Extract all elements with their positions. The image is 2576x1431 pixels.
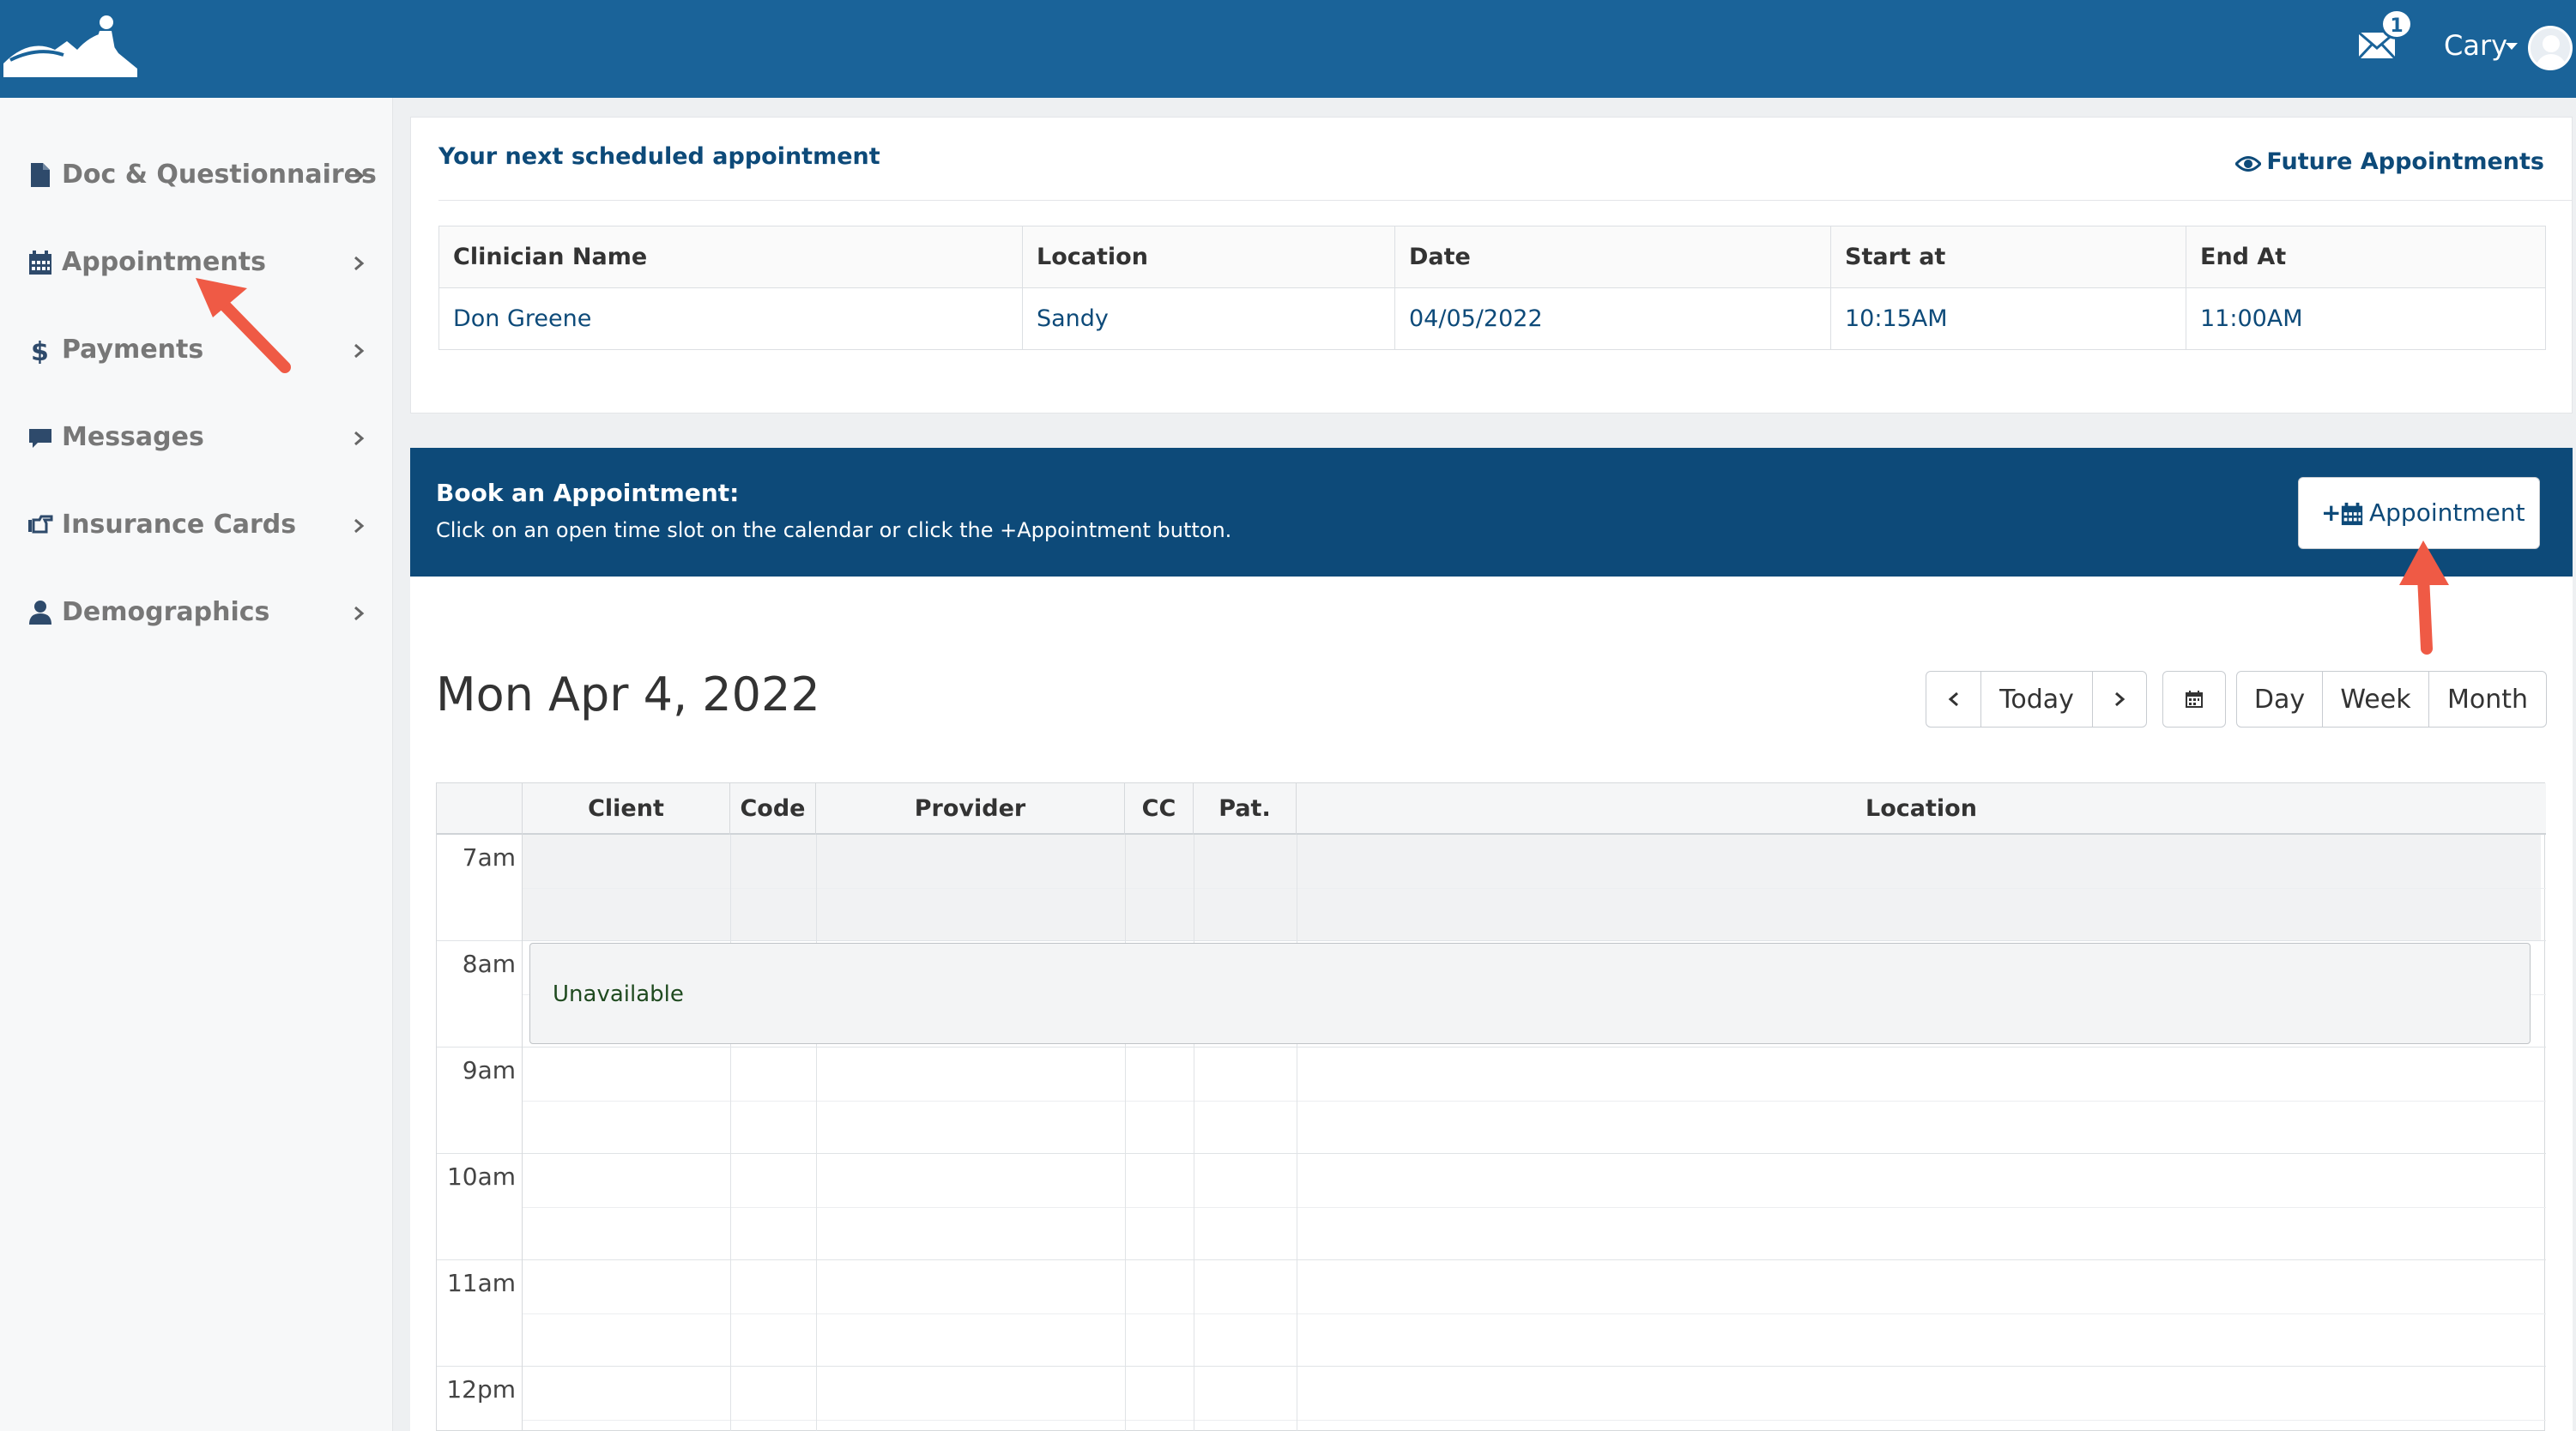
- hour-row-7am[interactable]: 7am: [437, 835, 2546, 941]
- hour-row-11am[interactable]: 11am: [437, 1260, 2546, 1367]
- today-button[interactable]: Today: [1981, 672, 2093, 727]
- calendar-icon: [2186, 691, 2203, 708]
- sidebar-item-messages[interactable]: Messages: [27, 412, 379, 463]
- sidebar-item-label: Insurance Cards: [62, 510, 297, 540]
- book-appointment-header: Book an Appointment: Click on an open ti…: [410, 448, 2573, 577]
- calendar-panel: Mon Apr 4, 2022 Today Day Week Month Cli…: [410, 577, 2573, 1431]
- dollar-icon: $: [31, 337, 49, 364]
- book-appointment-title: Book an Appointment:: [436, 479, 740, 507]
- hour-row-9am[interactable]: 9am: [437, 1048, 2546, 1154]
- table-row[interactable]: Don Greene Sandy 04/05/2022 10:15AM 11:0…: [438, 287, 2546, 350]
- date-picker-button[interactable]: [2163, 672, 2225, 727]
- sidebar-item-label: Doc & Questionnaires: [62, 160, 377, 190]
- month-view-button[interactable]: Month: [2429, 672, 2546, 727]
- chevron-right-icon: [354, 168, 365, 184]
- half-hour-line: [523, 888, 2546, 889]
- column-header-code: Code: [730, 783, 816, 835]
- column-header: End At: [2186, 226, 2546, 288]
- chevron-right-icon: [354, 256, 365, 271]
- comment-icon: [29, 429, 51, 448]
- chevron-right-icon: [354, 606, 365, 621]
- top-navbar: 1 Cary: [0, 0, 2576, 98]
- chevron-right-icon: [354, 518, 365, 534]
- svg-text:$: $: [31, 337, 49, 364]
- unavailable-label: Unavailable: [553, 981, 684, 1007]
- start-time-cell: 10:15AM: [1830, 287, 2186, 350]
- plus-sign: +: [2321, 498, 2342, 527]
- caret-down-icon[interactable]: [2506, 43, 2518, 50]
- location-cell: Sandy: [1022, 287, 1395, 350]
- user-icon: [29, 601, 51, 625]
- chevron-right-icon: [354, 431, 365, 446]
- half-hour-line: [523, 1101, 2546, 1102]
- chevron-left-icon: [1948, 691, 1958, 707]
- prev-day-button[interactable]: [1926, 672, 1981, 727]
- half-hour-line: [523, 1207, 2546, 1208]
- eye-icon: [2234, 156, 2263, 172]
- user-avatar[interactable]: [2528, 26, 2573, 70]
- chevron-right-icon: [354, 343, 365, 359]
- column-header-cc: CC: [1125, 783, 1194, 835]
- book-appointment-instructions: Click on an open time slot on the calend…: [436, 518, 1232, 542]
- half-hour-line: [523, 1313, 2546, 1314]
- divider: [438, 200, 2572, 201]
- day-view-button[interactable]: Day: [2237, 672, 2323, 727]
- column-header-provider: Provider: [816, 783, 1125, 835]
- time-column-header: [437, 783, 523, 835]
- half-hour-line: [523, 1420, 2546, 1421]
- unavailable-block[interactable]: Unavailable: [529, 943, 2531, 1044]
- column-header: Clinician Name: [438, 226, 1023, 288]
- future-appointments-link[interactable]: Future Appointments: [2234, 148, 2544, 175]
- calendar-icon: [29, 251, 51, 275]
- date-navigation-group: Today: [1926, 671, 2147, 728]
- date-cell: 04/05/2022: [1394, 287, 1831, 350]
- day-schedule-grid: Client Code Provider CC Pat. Bal. Locati…: [436, 782, 2546, 1431]
- unread-count-badge: 1: [2380, 9, 2413, 39]
- next-appointment-table: Clinician Name Location Date Start at En…: [438, 226, 2546, 350]
- column-header-location: Location: [1865, 795, 1977, 822]
- view-switcher: Day Week Month: [2236, 671, 2547, 728]
- table-header-row: Clinician Name Location Date Start at En…: [438, 226, 2546, 288]
- column-divider: [816, 835, 817, 1431]
- column-header: Date: [1394, 226, 1831, 288]
- date-picker-group: [2162, 671, 2226, 728]
- sidebar-item-label: Demographics: [62, 597, 270, 627]
- time-gutter: [437, 835, 523, 1431]
- week-view-button[interactable]: Week: [2323, 672, 2429, 727]
- hour-row-12pm[interactable]: 12pm: [437, 1367, 2546, 1431]
- calendar-icon: [2341, 502, 2363, 526]
- sidebar-item-insurance-cards[interactable]: Insurance Cards: [27, 499, 379, 551]
- sidebar-item-label: Messages: [62, 422, 204, 452]
- schedule-header: Client Code Provider CC Pat. Bal. Locati…: [437, 783, 2546, 873]
- future-appointments-label: Future Appointments: [2266, 148, 2544, 175]
- add-appointment-label: Appointment: [2369, 498, 2525, 527]
- column-header: Start at: [1830, 226, 2186, 288]
- file-icon: [31, 163, 50, 187]
- annotation-arrow-appointments: [196, 278, 291, 373]
- sidebar-item-demographics[interactable]: Demographics: [27, 587, 379, 638]
- next-day-button[interactable]: [2093, 672, 2146, 727]
- sidebar-item-label: Payments: [62, 335, 204, 365]
- column-divider: [730, 835, 731, 1431]
- user-menu-name[interactable]: Cary: [2444, 29, 2507, 62]
- annotation-arrow-add-appointment: [2399, 540, 2449, 655]
- column-divider: [1125, 835, 1126, 1431]
- column-header-client: Client: [523, 783, 730, 835]
- sidebar-item-docs[interactable]: Doc & Questionnaires: [27, 149, 379, 201]
- column-header: Location: [1022, 226, 1395, 288]
- calendar-date-title: Mon Apr 4, 2022: [436, 667, 820, 722]
- panel-title: Your next scheduled appointment: [438, 143, 880, 170]
- hand-pointer-icon: [28, 515, 53, 534]
- clinician-name-cell: Don Greene: [438, 287, 1023, 350]
- end-time-cell: 11:00AM: [2186, 287, 2546, 350]
- brand-logo[interactable]: [3, 12, 137, 77]
- hour-row-10am[interactable]: 10am: [437, 1154, 2546, 1260]
- chevron-right-icon: [2115, 691, 2126, 707]
- column-header-pat-bal: Pat. Bal.: [1194, 783, 1297, 873]
- next-appointment-panel: Your next scheduled appointment Future A…: [410, 117, 2573, 414]
